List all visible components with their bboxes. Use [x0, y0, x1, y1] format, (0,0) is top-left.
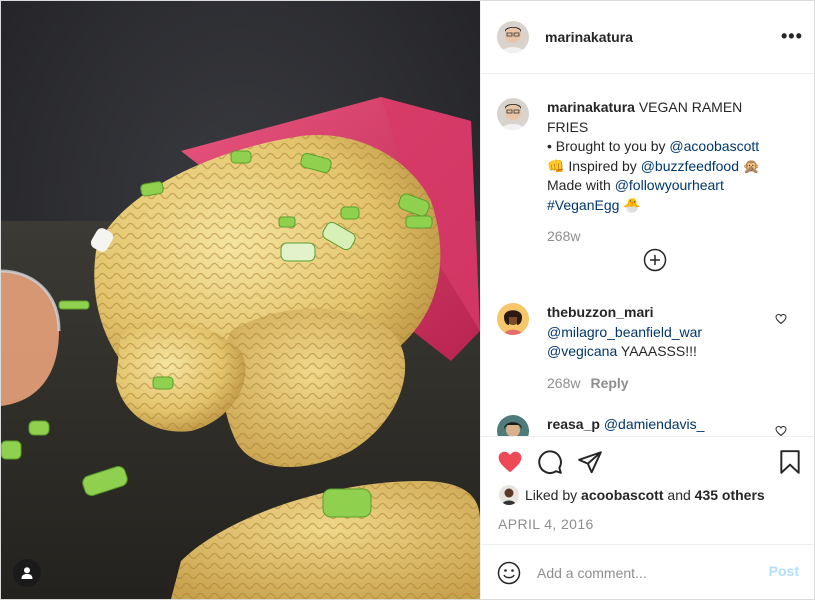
plus-circle-icon [643, 248, 667, 272]
caption-made-prefix: Made with [547, 177, 611, 193]
author-username[interactable]: marinakatura [545, 29, 633, 45]
post-header: marinakatura ••• [481, 1, 814, 74]
likes-prefix: Liked by [525, 487, 578, 503]
fist-emoji: 👊 [547, 157, 565, 174]
mention-link[interactable]: @acoobascott [669, 138, 759, 154]
comment-icon[interactable] [537, 449, 563, 475]
caption-inspired-prefix: Inspired by [568, 157, 637, 174]
comment-time[interactable]: 268w [547, 375, 580, 391]
post-photo[interactable] [1, 1, 480, 599]
comment-input[interactable] [537, 563, 737, 583]
bookmark-icon[interactable] [777, 449, 803, 475]
mention-link[interactable]: @damiendavis_ [604, 416, 705, 432]
caption-username[interactable]: marinakatura [547, 99, 635, 115]
comment-text: YAAASSS!!! [620, 343, 697, 359]
comment-body: thebuzzon_mari @milagro_beanfield_war @v… [547, 303, 787, 393]
caption-time: 268w [547, 228, 581, 244]
liker-username[interactable]: acoobascott [581, 487, 663, 503]
reply-button[interactable]: Reply [590, 375, 628, 391]
post-date[interactable]: APRIL 4, 2016 [498, 516, 594, 532]
add-comment-bar: Post [481, 544, 814, 599]
mention-link[interactable]: @milagro_beanfield_war [547, 324, 702, 340]
post-actions: Liked by acoobascott and 435 others APRI… [481, 436, 814, 545]
author-avatar[interactable] [497, 21, 529, 53]
comments-list[interactable]: marinakatura VEGAN RAMEN FRIES • Brought… [481, 74, 814, 436]
comment-username[interactable]: thebuzzon_mari [547, 304, 654, 320]
heart-outline-icon[interactable] [775, 313, 787, 325]
liker-avatar[interactable] [499, 485, 519, 505]
hashtag-link[interactable]: #VeganEgg [547, 197, 619, 213]
caption-avatar[interactable] [497, 98, 529, 130]
smiley-icon[interactable] [497, 561, 521, 585]
more-options-button[interactable]: ••• [781, 23, 803, 49]
heart-filled-icon[interactable] [497, 449, 523, 475]
comment-username[interactable]: reasa_p [547, 416, 600, 432]
mention-link[interactable]: @vegicana [547, 343, 617, 359]
comment-body: reasa_p @damiendavis_ [547, 415, 787, 435]
likes-count-link[interactable]: 435 others [695, 487, 765, 503]
commenter-avatar[interactable] [497, 415, 529, 436]
tag-people-button[interactable] [13, 559, 41, 587]
more-horizontal-icon: ••• [781, 26, 803, 46]
likes-joiner: and [667, 487, 691, 503]
likes-summary: Liked by acoobascott and 435 others [499, 485, 765, 505]
post-comment-button[interactable]: Post [769, 563, 799, 579]
comment-meta: 268w Reply [547, 374, 787, 394]
caption-body: marinakatura VEGAN RAMEN FRIES • Brought… [547, 98, 787, 247]
mention-link[interactable]: @buzzfeedfood [641, 158, 739, 174]
user-tag-icon [21, 567, 33, 579]
post-modal: marinakatura ••• marinakatura VEGAN RAME… [0, 0, 815, 600]
mention-link[interactable]: @followyourheart [615, 177, 724, 193]
load-more-comments-button[interactable] [643, 248, 667, 272]
ramen-fries-photo [1, 1, 480, 599]
post-sidebar: marinakatura ••• marinakatura VEGAN RAME… [480, 1, 814, 599]
monkey-emoji: 🙊 [742, 157, 761, 174]
commenter-avatar[interactable] [497, 303, 529, 335]
chick-emoji: 🐣 [623, 196, 641, 213]
caption-credit-prefix: • Brought to you by [547, 138, 666, 154]
heart-outline-icon[interactable] [775, 425, 787, 436]
share-icon[interactable] [577, 449, 603, 475]
